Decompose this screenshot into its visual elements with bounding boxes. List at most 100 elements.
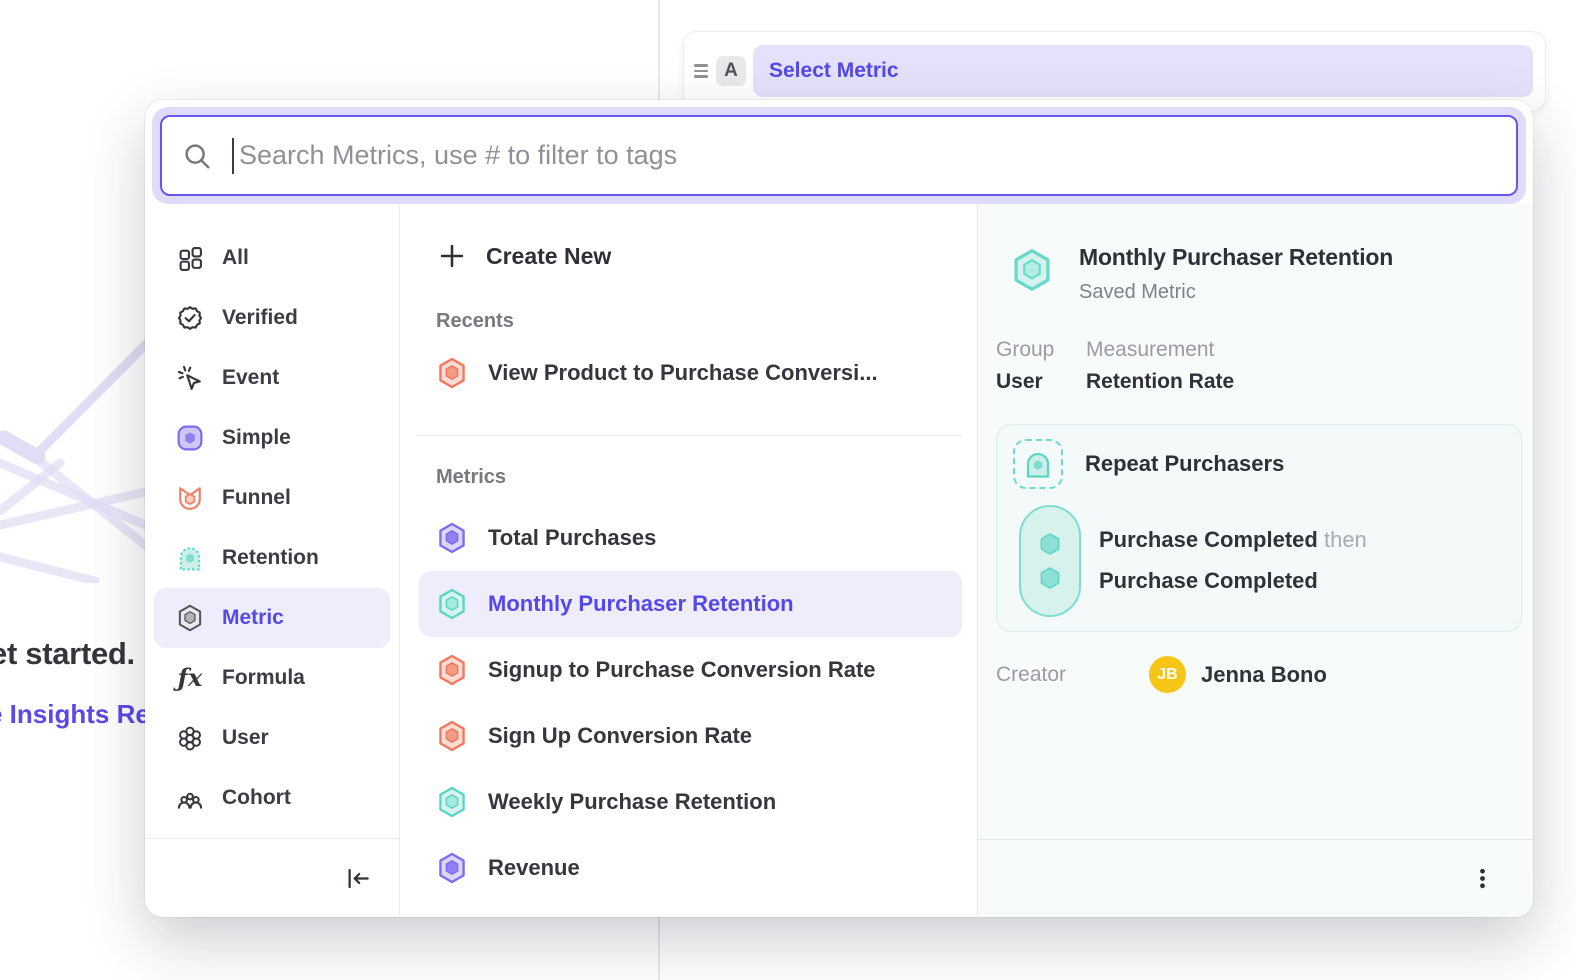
funnel-icon bbox=[177, 485, 203, 511]
metric-list-item-selected[interactable]: Monthly Purchaser Retention bbox=[419, 571, 962, 637]
sidebar-item-label: User bbox=[222, 726, 269, 750]
detail-footer bbox=[978, 839, 1533, 917]
sidebar-item-label: Cohort bbox=[222, 786, 291, 810]
category-sidebar: All Verified bbox=[145, 204, 400, 917]
sidebar-item-label: Metric bbox=[222, 606, 284, 630]
step-1-label: Purchase Completed bbox=[1099, 527, 1318, 552]
drag-handle-icon[interactable] bbox=[694, 64, 708, 78]
retention-cohort-icon bbox=[1013, 439, 1063, 489]
metric-picker-modal: All Verified bbox=[145, 100, 1533, 917]
metric-hexagon-icon bbox=[437, 588, 467, 620]
creator-name: Jenna Bono bbox=[1201, 662, 1327, 688]
metric-item-label: Sign Up Conversion Rate bbox=[488, 723, 752, 749]
sidebar-item-all[interactable]: All bbox=[154, 228, 390, 288]
sidebar-item-user[interactable]: User bbox=[154, 708, 390, 768]
text-cursor bbox=[232, 138, 234, 174]
kebab-menu-icon[interactable] bbox=[1470, 866, 1495, 891]
metric-hexagon-icon bbox=[437, 654, 467, 686]
detail-subtitle: Saved Metric bbox=[1079, 281, 1393, 304]
group-value: User bbox=[996, 370, 1086, 394]
metric-list-item[interactable]: Total Purchases bbox=[419, 505, 962, 571]
select-metric-label: Select Metric bbox=[769, 59, 899, 83]
collapse-panel-icon[interactable] bbox=[344, 865, 371, 892]
avatar: JB bbox=[1149, 656, 1186, 693]
sidebar-item-metric[interactable]: Metric bbox=[154, 588, 390, 648]
metric-list-item[interactable]: Revenue bbox=[419, 835, 962, 901]
metric-item-label: Total Purchases bbox=[488, 525, 656, 551]
sidebar-item-label: Retention bbox=[222, 546, 319, 570]
sidebar-item-label: Funnel bbox=[222, 486, 291, 510]
metric-item-label: Monthly Purchaser Retention bbox=[488, 591, 794, 617]
sidebar-item-event[interactable]: Event bbox=[154, 348, 390, 408]
sidebar-item-label: All bbox=[222, 246, 249, 270]
step-hexagon-icon bbox=[1037, 532, 1063, 556]
metric-list-item[interactable]: Sign Up Conversion Rate bbox=[419, 703, 962, 769]
section-title-metrics: Metrics bbox=[400, 466, 977, 489]
sidebar-item-retention[interactable]: Retention bbox=[154, 528, 390, 588]
metric-item-label: Signup to Purchase Conversion Rate bbox=[488, 657, 876, 683]
step-hexagon-icon bbox=[1037, 566, 1063, 590]
step-2-label: Purchase Completed bbox=[1099, 560, 1367, 601]
cursor-click-icon bbox=[177, 365, 203, 391]
grid-icon bbox=[177, 245, 203, 271]
sidebar-item-label: Event bbox=[222, 366, 279, 390]
search-input[interactable] bbox=[237, 139, 1496, 172]
metric-hexagon-icon bbox=[437, 522, 467, 554]
detail-meta: Group User Measurement Retention Rate bbox=[996, 338, 1234, 394]
funnel-steps: Purchase Completed then Purchase Complet… bbox=[1099, 519, 1367, 601]
metric-list-item-recent[interactable]: View Product to Purchase Conversi... bbox=[419, 341, 962, 405]
page: et started. e Insights Re A Select Metri… bbox=[0, 0, 1576, 980]
measurement-label: Measurement bbox=[1086, 338, 1234, 362]
metrics-rows: Total Purchases Monthly Purchaser Retent… bbox=[400, 505, 977, 901]
metric-item-label: Weekly Purchase Retention bbox=[488, 789, 776, 815]
metric-item-label: View Product to Purchase Conversi... bbox=[488, 360, 878, 386]
sidebar-footer bbox=[145, 838, 399, 917]
sidebar-item-label: Formula bbox=[222, 666, 305, 690]
detail-header: Monthly Purchaser Retention Saved Metric bbox=[1011, 244, 1393, 304]
user-cluster-icon bbox=[177, 725, 203, 751]
sidebar-item-label: Verified bbox=[222, 306, 298, 330]
section-divider bbox=[417, 435, 962, 436]
metric-label-badge: A bbox=[716, 56, 746, 86]
metric-list: Create New Recents View Product to Purch… bbox=[400, 204, 977, 917]
retention-icon bbox=[177, 545, 203, 571]
saved-metric-card-title: Repeat Purchasers bbox=[1085, 451, 1284, 477]
cohort-icon bbox=[177, 785, 203, 811]
saved-metric-card: Repeat Purchasers Purchase Completed the… bbox=[996, 424, 1522, 632]
formula-icon: ƒx bbox=[177, 665, 203, 691]
detail-title: Monthly Purchaser Retention bbox=[1079, 244, 1393, 271]
create-new-button[interactable]: Create New bbox=[400, 232, 977, 280]
metric-list-item[interactable]: Signup to Purchase Conversion Rate bbox=[419, 637, 962, 703]
background-heading: et started. bbox=[0, 636, 135, 672]
sidebar-item-label: Simple bbox=[222, 426, 291, 450]
group-label: Group bbox=[996, 338, 1086, 362]
metric-hexagon-icon bbox=[437, 357, 467, 389]
metric-item-label: Revenue bbox=[488, 855, 580, 881]
background-chart-decoration bbox=[0, 335, 152, 583]
create-new-label: Create New bbox=[486, 243, 611, 270]
funnel-steps-capsule bbox=[1019, 505, 1081, 617]
saved-metric-card-header: Repeat Purchasers bbox=[1013, 439, 1284, 489]
plus-icon bbox=[438, 242, 466, 270]
metric-hexagon-icon bbox=[437, 786, 467, 818]
metric-hexagon-icon bbox=[1011, 248, 1053, 292]
sidebar-item-simple[interactable]: Simple bbox=[154, 408, 390, 468]
sidebar-item-verified[interactable]: Verified bbox=[154, 288, 390, 348]
search-box bbox=[160, 115, 1518, 196]
metric-detail-panel: Monthly Purchaser Retention Saved Metric… bbox=[977, 204, 1533, 917]
metric-select-bar: A Select Metric bbox=[683, 31, 1546, 111]
verified-badge-icon bbox=[177, 305, 203, 331]
metric-hexagon-icon bbox=[437, 720, 467, 752]
search-focus-ring bbox=[152, 107, 1526, 204]
metric-list-item[interactable]: Weekly Purchase Retention bbox=[419, 769, 962, 835]
section-title-recents: Recents bbox=[400, 310, 977, 333]
background-insights-link[interactable]: e Insights Re bbox=[0, 699, 150, 730]
sidebar-item-formula[interactable]: ƒx Formula bbox=[154, 648, 390, 708]
search-icon bbox=[182, 141, 212, 171]
sidebar-item-cohort[interactable]: Cohort bbox=[154, 768, 390, 828]
sidebar-item-funnel[interactable]: Funnel bbox=[154, 468, 390, 528]
step-connector: then bbox=[1324, 527, 1367, 552]
metric-hexagon-icon bbox=[437, 852, 467, 884]
select-metric-button[interactable]: Select Metric bbox=[753, 45, 1533, 97]
measurement-value: Retention Rate bbox=[1086, 370, 1234, 394]
